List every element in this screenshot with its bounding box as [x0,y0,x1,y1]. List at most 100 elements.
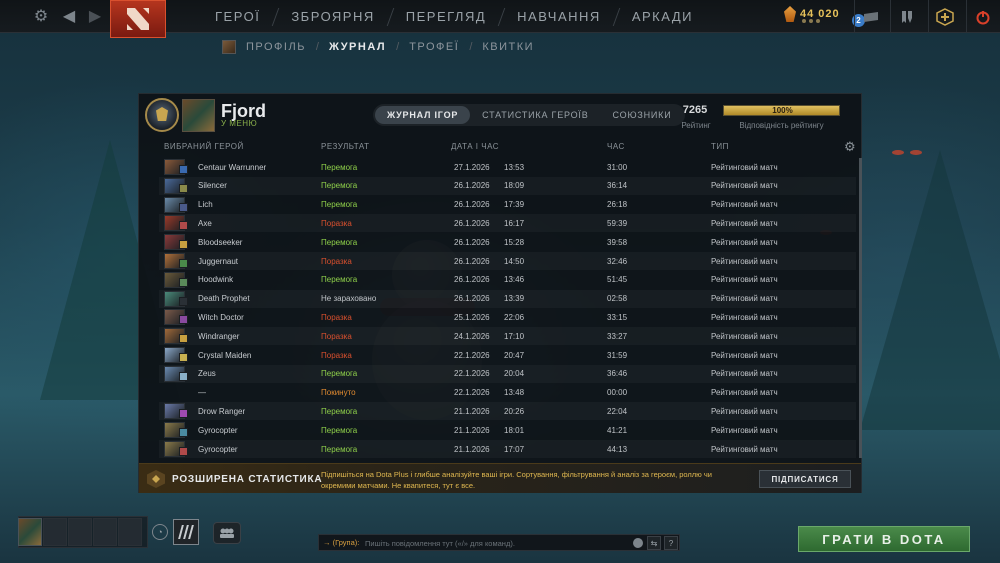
tab-hero-stats[interactable]: СТАТИСТИКА ГЕРОЇВ [470,106,600,124]
party-slot-self[interactable] [18,518,42,546]
inventory-button[interactable] [890,0,922,33]
role-item-icon [179,221,188,231]
party-settings-icon[interactable]: ◔ [152,524,168,540]
match-date: 21.1.2026 [454,425,490,435]
hero-name: Windranger [198,331,240,341]
header-type[interactable]: ТИП [711,142,729,151]
friends-button[interactable] [213,522,241,544]
subnav-journal[interactable]: ЖУРНАЛ [329,41,386,53]
exit-button[interactable] [966,0,998,33]
match-date: 26.1.2026 [454,200,490,210]
nav-armory[interactable]: ЗБРОЯРНЯ [276,0,389,33]
table-row[interactable]: Juggernaut Поразка 26.1.2026 14:50 32:46 Рейт… [159,252,856,270]
match-duration: 00:00 [607,388,628,398]
play-dota-button[interactable]: ГРАТИ В DOTA [798,526,970,552]
table-row[interactable]: Silencer Перемога 26.1.2026 18:09 36:14 Рейти… [159,177,856,195]
table-row[interactable]: Crystal Maiden Поразка 22.1.2026 20:47 31:59… [159,346,856,364]
envelope-icon [863,11,878,22]
role-item-icon [179,240,188,250]
match-date: 21.1.2026 [454,444,490,454]
settings-gear-icon[interactable]: ⚙ [30,5,52,27]
rank-medal-icon[interactable] [145,98,179,132]
nav-heroes[interactable]: ГЕРОЇ [200,0,275,33]
match-date: 26.1.2026 [454,181,490,191]
table-row[interactable]: Zeus Перемога 22.1.2026 20:04 36:46 Рейтингов… [159,365,856,383]
rating-confidence-label: Відповідність рейтингу [739,121,824,130]
promo-description: Підпишіться на Dota Plus і глибше аналіз… [321,470,712,490]
match-time: 22:06 [504,312,525,322]
hero-name: Lich [198,200,213,210]
match-type: Рейтинговий матч [711,162,778,172]
header-duration[interactable]: ЧАС [607,142,625,151]
table-row[interactable]: Death Prophet Не зараховано 26.1.2026 13:39… [159,290,856,308]
match-type: Рейтинговий матч [711,200,778,210]
party-chat-bar: → (Група): ⇆ ? [318,534,680,551]
match-date: 26.1.2026 [454,218,490,228]
back-arrow-icon[interactable]: ◀ [58,5,80,27]
hero-name: Hoodwink [198,275,234,285]
table-row[interactable]: Hoodwink Перемога 26.1.2026 13:46 51:45 Рейти… [159,271,856,289]
match-type: Рейтинговий матч [711,406,778,416]
party-slot-empty[interactable] [93,518,117,546]
profile-subnav: ПРОФІЛЬ / ЖУРНАЛ / ТРОФЕЇ / КВИТКИ [222,38,534,56]
match-time: 18:09 [504,181,525,191]
match-type: Рейтинговий матч [711,294,778,304]
table-row[interactable]: Lich Перемога 26.1.2026 17:39 26:18 Рейтингов… [159,196,856,214]
party-slot-empty[interactable] [68,518,92,546]
role-item-icon [179,277,188,287]
party-slot-empty[interactable] [118,518,142,546]
table-row[interactable]: — Покинуто 22.1.2026 13:48 00:00 Рейтинговий … [159,384,856,402]
match-result: Перемога [321,275,358,285]
match-time: 18:01 [504,425,525,435]
table-row[interactable]: Witch Doctor Поразка 25.1.2026 22:06 33:15 Ре… [159,308,856,326]
hero-name: Crystal Maiden [198,350,252,360]
subscribe-button[interactable]: ПІДПИСАТИСЯ [759,470,851,488]
avatar[interactable] [182,99,215,132]
table-row[interactable]: Centaur Warrunner Перемога 27.1.2026 13:53 3… [159,158,856,176]
battle-pass-level-icon[interactable] [173,519,199,545]
subnav-tickets[interactable]: КВИТКИ [482,41,534,53]
match-duration: 51:45 [607,275,628,285]
nav-learn[interactable]: НАВЧАННЯ [502,0,616,33]
table-row[interactable]: Axe Поразка 26.1.2026 16:17 59:39 Рейтинговий… [159,214,856,232]
header-result[interactable]: РЕЗУЛЬТАТ [321,142,369,151]
background-glowing-eye [892,150,904,155]
table-row[interactable]: Gyrocopter Перемога 21.1.2026 17:07 44:13 Рей… [159,440,856,458]
nav-arcade[interactable]: АРКАДИ [617,0,708,33]
match-list-scrollbar[interactable] [859,158,862,458]
dota-logo-button[interactable] [110,0,166,38]
chat-channel-label[interactable]: → (Група): [323,538,359,547]
match-time: 13:46 [504,275,525,285]
match-duration: 31:00 [607,162,628,172]
chat-wheel-icon[interactable]: ⇆ [647,536,661,550]
forward-arrow-icon[interactable]: ▶ [84,5,106,27]
header-hero[interactable]: ВИБРАНИЙ ГЕРОЙ [164,142,244,151]
notifications-button[interactable] [854,0,886,33]
hero-name: Bloodseeker [198,237,243,247]
chat-input[interactable] [365,537,625,549]
subnav-trophies[interactable]: ТРОФЕЇ [409,41,459,53]
table-row[interactable]: Gyrocopter Перемога 21.1.2026 18:01 41:21 Рей… [159,421,856,439]
table-row[interactable]: Bloodseeker Перемога 26.1.2026 15:28 39:58 Ре… [159,233,856,251]
tab-match-history[interactable]: ЖУРНАЛ ІГОР [375,106,471,124]
help-icon[interactable]: ? [664,536,678,550]
nav-watch[interactable]: ПЕРЕГЛЯД [391,0,501,33]
header-date[interactable]: ДАТА І ЧАС [451,142,499,151]
match-time: 20:04 [504,369,525,379]
table-row[interactable]: Drow Ranger Перемога 21.1.2026 20:26 22:04 Ре… [159,402,856,420]
table-settings-gear-icon[interactable]: ⚙ [844,139,856,155]
match-time: 14:50 [504,256,525,266]
match-result: Перемога [321,200,358,210]
table-row[interactable]: Windranger Поразка 24.1.2026 17:10 33:27 Рейт… [159,327,856,345]
match-date: 26.1.2026 [454,275,490,285]
party-slot-empty[interactable] [43,518,67,546]
shield-sword-icon [901,10,912,23]
emoji-icon[interactable] [633,538,643,548]
scrollbar-thumb[interactable] [859,158,862,458]
role-item-icon [179,371,188,381]
dota-plus-promo: РОЗШИРЕНА СТАТИСТИКА Підпишіться на Dota… [139,463,861,493]
subnav-profile[interactable]: ПРОФІЛЬ [246,41,306,53]
dota-plus-button[interactable] [928,0,960,33]
hero-name: Gyrocopter [198,425,238,435]
hero-name: Silencer [198,181,227,191]
